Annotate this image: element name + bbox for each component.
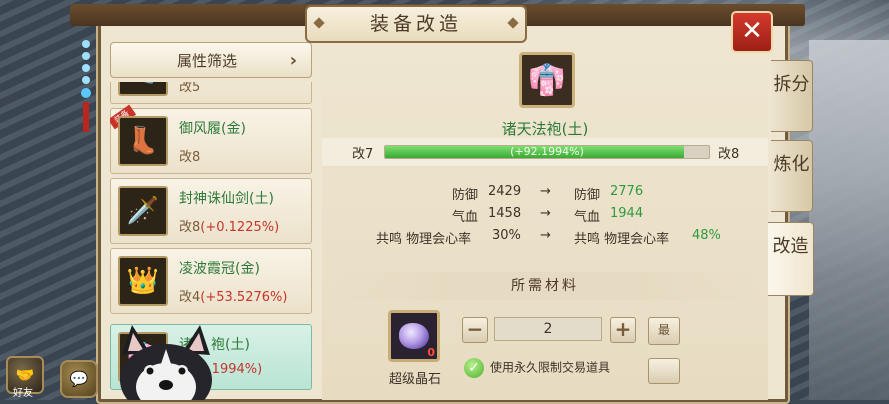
item-level: 改8 xyxy=(179,150,201,165)
material-count: 0 xyxy=(427,346,435,359)
item-name: 御风履(金) xyxy=(179,121,246,137)
filter-label: 属性筛选 xyxy=(177,52,238,70)
from-level: 改7 xyxy=(352,147,374,162)
checkbox-label: 使用永久限制交易道具 xyxy=(490,360,611,375)
decrease-button[interactable]: − xyxy=(462,317,488,343)
stat-row-hp: 气血 1458 → 气血 1944 xyxy=(452,206,644,225)
to-level: 改8 xyxy=(718,147,740,162)
restricted-item-option[interactable]: ✓ 使用永久限制交易道具 xyxy=(464,358,610,378)
background-snow xyxy=(809,40,889,400)
attribute-filter-button[interactable]: 属性筛选 › xyxy=(110,42,312,78)
item-level: 改8(+0.1225%) xyxy=(179,220,280,235)
minus-icon: − xyxy=(466,317,484,341)
stat-row-defense: 防御 2429 → 防御 2776 xyxy=(452,184,644,203)
gloves-icon: 🧤 xyxy=(118,82,168,96)
stat-comparison: 防御 2429 → 防御 2776 气血 1458 → 气血 1944 共鸣 物… xyxy=(322,184,768,250)
list-item[interactable]: 👑 凌波霞冠(金) 改4(+53.5276%) xyxy=(110,248,312,314)
material-slot[interactable]: 0 xyxy=(388,310,440,362)
item-name: 封神诛仙剑(土) xyxy=(179,191,274,207)
sword-icon: 🗡️ xyxy=(118,186,168,236)
close-icon: ✕ xyxy=(741,16,763,46)
item-name: 凌波霞冠(金) xyxy=(179,261,260,277)
crown-icon: 👑 xyxy=(118,256,168,306)
tab-modify[interactable]: 改造 xyxy=(768,222,814,296)
stat-row-resonance: 共鸣 物理会心率 30% → 共鸣 物理会心率 48% xyxy=(376,228,721,247)
close-button[interactable]: ✕ xyxy=(731,11,773,53)
handshake-icon: 🤝 xyxy=(15,366,35,384)
increase-button[interactable]: + xyxy=(610,317,636,343)
chevron-right-icon: › xyxy=(289,50,297,71)
window-title: 装备改造 xyxy=(305,5,527,43)
husky-sticker xyxy=(120,325,212,400)
boots-icon: 👢 xyxy=(118,116,168,166)
materials-header: 所需材料 xyxy=(322,272,768,300)
refine-progress-bar: (+92.1994%) xyxy=(384,145,710,159)
friends-label: 好友 xyxy=(13,388,33,399)
equipment-name: 诸天法袍(土) xyxy=(501,120,589,138)
item-level: 改4(+53.5276%) xyxy=(179,290,288,305)
plus-icon: + xyxy=(614,317,632,341)
list-item[interactable]: 🧤 改5 xyxy=(110,82,312,104)
tab-refine[interactable]: 炼化 xyxy=(771,140,813,212)
checkmark-icon[interactable]: ✓ xyxy=(464,358,484,378)
item-level: 改5 xyxy=(179,82,201,95)
chat-button[interactable]: 💬 xyxy=(60,360,98,398)
robe-icon: 👘 xyxy=(519,52,575,108)
tab-decompose[interactable]: 拆分 xyxy=(771,60,813,132)
refine-progress-row: 改7 (+92.1994%) 改8 xyxy=(322,138,768,166)
progress-label: (+92.1994%) xyxy=(510,145,584,158)
crystal-icon xyxy=(399,323,429,349)
hanging-ornament xyxy=(78,40,94,132)
chat-icon: 💬 xyxy=(69,370,89,388)
list-item[interactable]: 🗡️ 封神诛仙剑(土) 改8(+0.1225%) xyxy=(110,178,312,244)
list-item[interactable]: 装备 👢 御风履(金) 改8 xyxy=(110,104,312,174)
max-button[interactable]: 最 xyxy=(648,317,680,345)
option-button[interactable] xyxy=(648,358,680,384)
material-name: 超级晶石 xyxy=(388,372,441,387)
quantity-field[interactable]: 2 xyxy=(494,317,602,341)
